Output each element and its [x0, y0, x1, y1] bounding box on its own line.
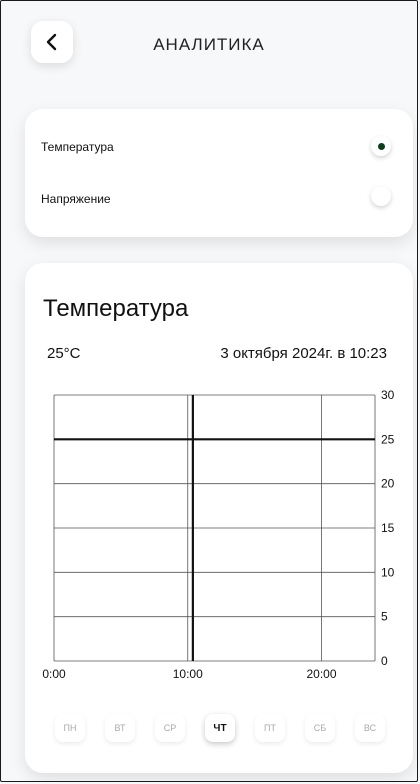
weekday-button[interactable]: ПН [55, 714, 85, 742]
option-voltage-label[interactable]: Напряжение [41, 192, 111, 206]
y-tick-label: 20 [381, 477, 395, 491]
y-tick-label: 0 [381, 654, 388, 668]
chart-card: Температура 25°C 3 октября 2024г. в 10:2… [25, 263, 413, 773]
y-tick-label: 25 [381, 432, 395, 446]
radio-selected-dot [377, 142, 385, 150]
y-tick-label: 5 [381, 610, 388, 624]
page-title: АНАЛИТИКА [153, 35, 265, 54]
option-temperature-label[interactable]: Температура [41, 140, 114, 154]
option-voltage-radio[interactable] [371, 186, 391, 206]
weekday-selector: ПН ВТ СР ЧТ ПТ СБ ВС [55, 711, 385, 745]
app-screen: АНАЛИТИКА Температура Напряжение Темпера… [0, 0, 418, 782]
metric-selector-card: Температура Напряжение [25, 109, 413, 237]
y-tick-label: 15 [381, 521, 395, 535]
weekday-button[interactable]: ВТ [105, 714, 135, 742]
option-temperature-radio[interactable] [371, 136, 391, 156]
y-tick-label: 30 [381, 388, 395, 402]
weekday-button[interactable]: ПТ [255, 714, 285, 742]
weekday-button[interactable]: ВС [355, 714, 385, 742]
weekday-button[interactable]: СБ [305, 714, 335, 742]
x-tick-label: 20:00 [306, 667, 336, 681]
x-tick-label: 0:00 [42, 667, 66, 681]
x-tick-label: 10:00 [173, 667, 203, 681]
temperature-chart: 0 5 10 15 20 25 30 0:00 10:00 20:00 [42, 388, 395, 681]
y-tick-label: 10 [381, 565, 395, 579]
weekday-button[interactable]: СР [155, 714, 185, 742]
weekday-button[interactable]: ЧТ [205, 714, 235, 742]
